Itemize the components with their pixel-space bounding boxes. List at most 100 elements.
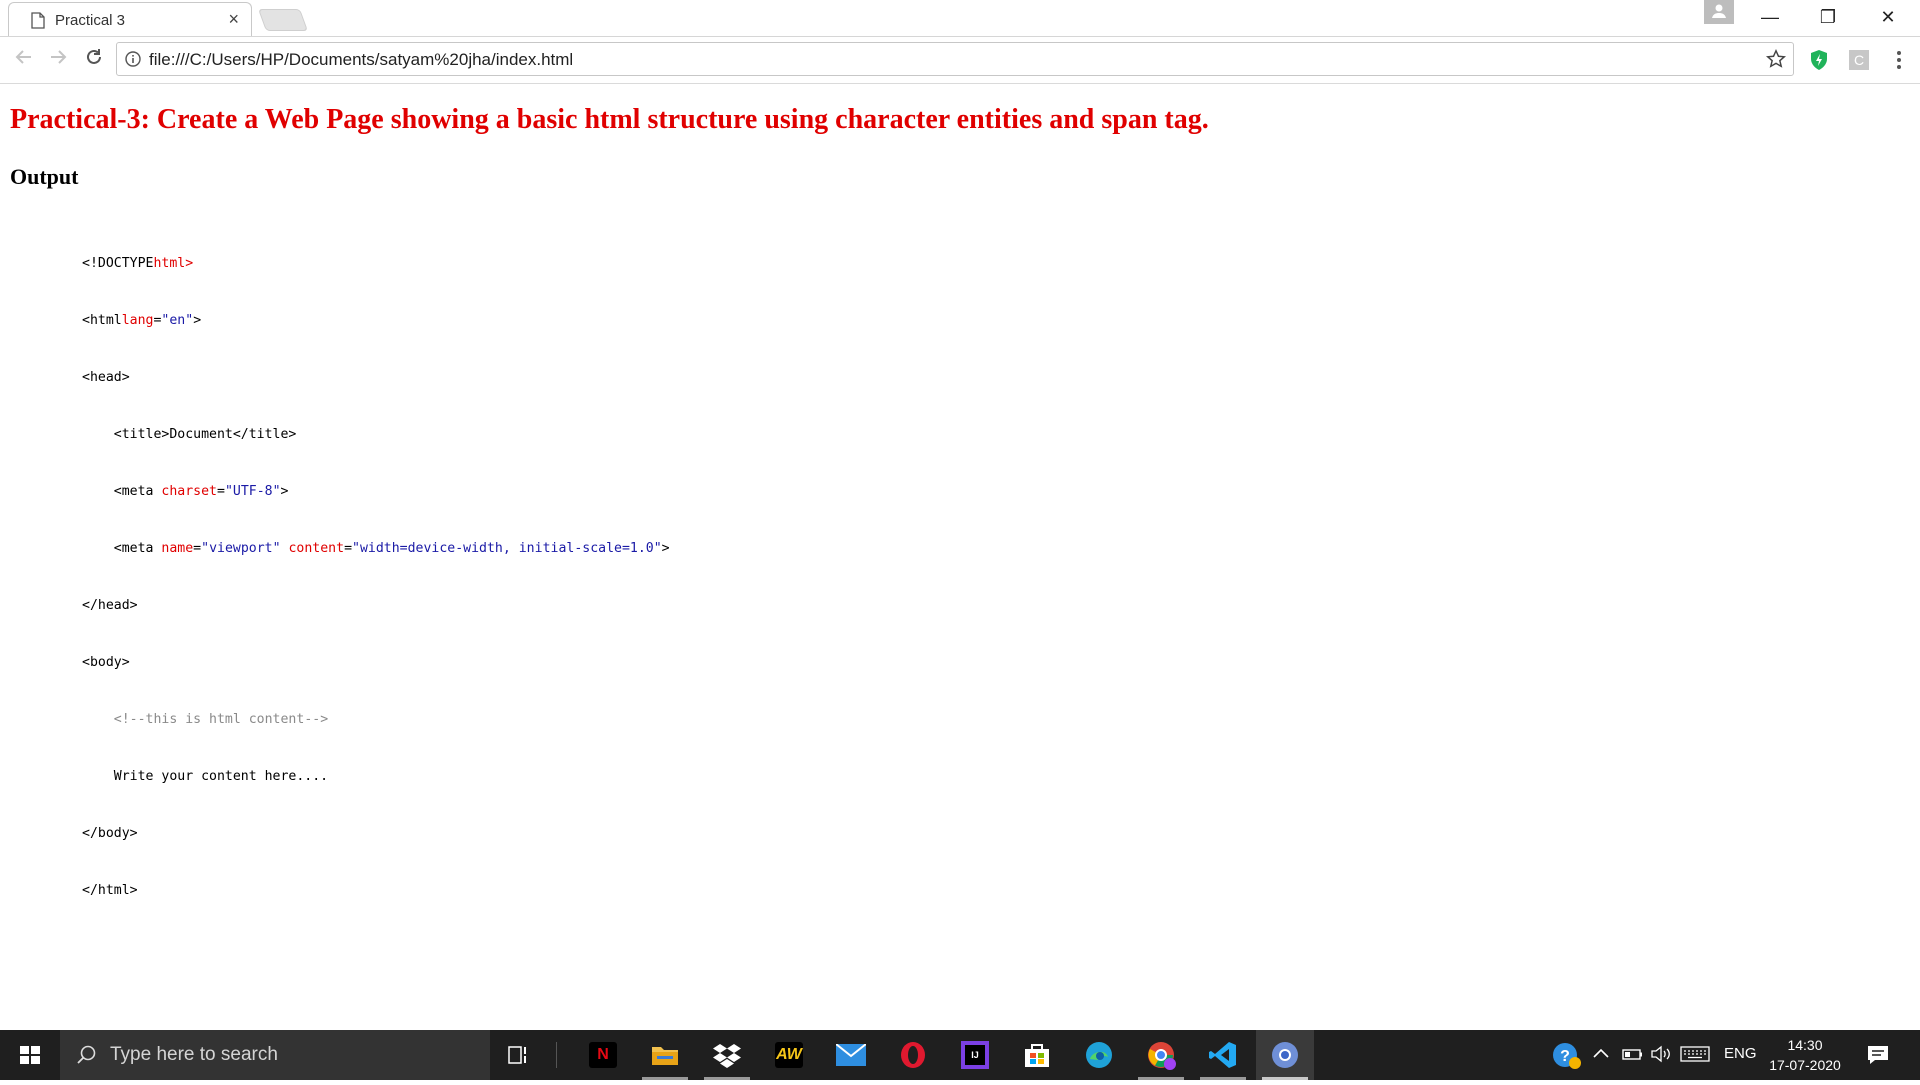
code-tag-end: > [185,256,194,271]
taskbar-app-store[interactable] [1008,1030,1066,1080]
info-icon[interactable] [125,51,141,67]
taskbar-app-chrome[interactable] [1256,1030,1314,1080]
code-line: <body> [82,655,130,670]
profile-button[interactable] [1704,0,1734,24]
shield-extension-button[interactable] [1806,47,1832,73]
action-center-button[interactable] [1866,1043,1890,1072]
code-line: <htmllang="en"> [82,311,670,330]
code-value: "width=device-width, initial-scale=1.0" [352,541,662,556]
taskbar-app-aw[interactable]: AW [760,1030,818,1080]
code-line: <!--this is html content--> [82,710,670,729]
code-tag: <meta [82,541,162,556]
battery-icon [1622,1049,1642,1060]
tab-close-button[interactable]: × [228,9,239,29]
code-line: </html> [82,883,138,898]
code-value: "viewport" [201,541,281,556]
taskbar-divider [556,1042,557,1068]
taskbar: Type here to search N AW IJ ? ENG 14:30 … [0,1030,1920,1080]
vscode-icon [1209,1042,1236,1068]
file-explorer-icon [652,1047,678,1065]
code-line: Write your content here.... [82,769,329,784]
code-line: <!DOCTYPEhtml> [82,254,670,273]
code-eq: = [193,541,202,556]
volume-button[interactable] [1650,1044,1672,1068]
browser-toolbar: file:///C:/Users/HP/Documents/satyam%20j… [0,37,1920,84]
volume-icon [1651,1045,1670,1063]
start-button[interactable] [0,1030,60,1080]
taskbar-clock[interactable]: 14:30 17-07-2020 [1760,1035,1850,1075]
reload-button[interactable] [80,47,108,73]
forward-icon [51,50,67,64]
svg-text:?: ? [1560,1048,1570,1065]
taskbar-app-dropbox[interactable] [698,1030,756,1080]
back-button[interactable] [10,47,38,73]
chrome-icon [1272,1042,1298,1068]
svg-text:IJ: IJ [971,1050,979,1060]
code-line: <title>Document</title> [82,427,297,442]
taskbar-app-vscode[interactable] [1194,1030,1252,1080]
opera-icon [901,1042,925,1068]
code-line: </head> [82,598,138,613]
keyboard-icon [1680,1046,1710,1062]
back-icon [15,50,31,64]
close-window-button[interactable]: ✕ [1868,6,1908,30]
code-line: <meta charset="UTF-8"> [82,482,670,501]
taskbar-app-netflix[interactable]: N [574,1030,632,1080]
tab-strip: Practical 3 × — ❐ ✕ [0,0,1920,37]
code-line: <meta name="viewport" content="width=dev… [82,539,670,558]
tab-title: Practical 3 [55,12,126,29]
mail-icon [836,1044,866,1066]
code-tag-end: > [661,541,670,556]
menu-dots-icon [1897,51,1901,69]
netflix-icon: N [589,1042,617,1068]
aw-icon: AW [775,1042,803,1068]
taskbar-app-opera[interactable] [884,1030,942,1080]
chrome-profile-icon [1148,1042,1176,1070]
taskbar-app-mail[interactable] [822,1030,880,1080]
browser-menu-button[interactable] [1886,47,1912,73]
edge-icon [1086,1042,1112,1068]
new-tab-button[interactable] [257,9,309,31]
help-button[interactable]: ? [1552,1042,1582,1075]
code-value: "en" [161,313,194,328]
search-placeholder: Type here to search [110,1044,278,1065]
minimize-button[interactable]: — [1750,6,1790,30]
store-icon [1025,1044,1049,1067]
taskbar-app-file-explorer[interactable] [636,1030,694,1080]
intellij-icon: IJ [961,1041,989,1069]
svg-text:C: C [1854,52,1864,68]
show-hidden-icons-button[interactable] [1592,1044,1610,1068]
search-icon [77,1045,96,1064]
tab-practical-3[interactable]: Practical 3 × [8,2,252,36]
code-attr: lang [121,313,154,328]
taskbar-app-chrome-profile[interactable] [1132,1030,1190,1080]
code-block: <!DOCTYPEhtml> <htmllang="en"> <head> <t… [82,216,670,938]
code-attr: charset [161,484,217,499]
task-view-button[interactable] [490,1030,548,1080]
forward-button[interactable] [44,47,72,73]
star-icon[interactable] [1765,48,1787,70]
code-attr: content [288,541,345,556]
taskbar-search[interactable]: Type here to search [60,1030,490,1080]
reload-icon [87,49,101,64]
code-tag-end: > [193,313,202,328]
address-bar[interactable]: file:///C:/Users/HP/Documents/satyam%20j… [116,42,1794,76]
code-tag: <meta [82,484,162,499]
battery-button[interactable] [1622,1044,1644,1068]
task-view-icon [508,1046,526,1064]
code-tag: <html [82,313,122,328]
clock-time: 14:30 [1787,1037,1823,1053]
taskbar-app-intellij[interactable]: IJ [946,1030,1004,1080]
restore-button[interactable]: ❐ [1808,6,1848,30]
touch-keyboard-button[interactable] [1680,1044,1710,1068]
language-indicator[interactable]: ENG [1724,1045,1757,1062]
c-extension-button[interactable]: C [1846,47,1872,73]
code-line: </body> [82,826,138,841]
windows-start-icon [20,1046,40,1064]
url-text[interactable]: file:///C:/Users/HP/Documents/satyam%20j… [149,50,573,70]
taskbar-app-edge[interactable] [1070,1030,1128,1080]
dropbox-icon [713,1044,741,1068]
user-icon [1712,4,1726,18]
code-eq: = [216,484,225,499]
